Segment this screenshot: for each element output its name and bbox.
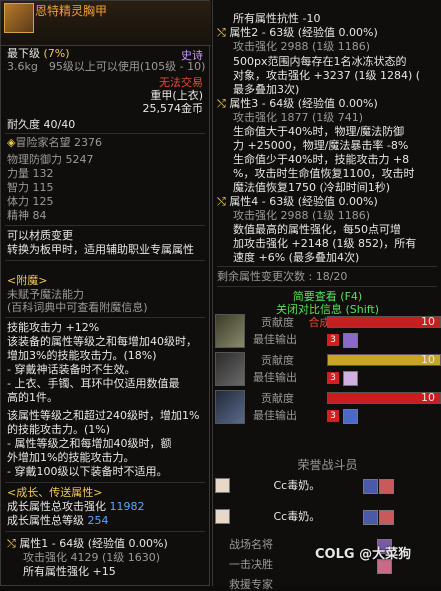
item-name: 恩特精灵胸甲 [35, 4, 108, 18]
growth-level: 成长属性总等级 254 [7, 514, 109, 527]
avatar [343, 409, 358, 424]
item-grade: 最下级 (7%) [7, 47, 70, 60]
effect-line: 高的1件。 [7, 391, 58, 404]
avatar [379, 510, 394, 525]
level-badge: 3 [327, 410, 339, 422]
attr2-desc: 对象，攻击强化 +3237 (1级 1284) ( [233, 69, 421, 82]
effect-line: - 穿戴100级以下装备时不适用。 [7, 465, 168, 478]
enchant-hint: (百科词典中可查看附魔信息) [7, 301, 148, 314]
avatar [379, 479, 394, 494]
swap-icon: ⤭ [7, 537, 16, 550]
enchant-none: 未赋予魔法能力 [7, 288, 84, 301]
contribution-row: 贡献度 10 最佳输出 3 [213, 312, 441, 350]
contribution-row: 贡献度 10 最佳输出 3 [213, 388, 441, 426]
effect-line: 增加3%的技能攻击力。(18%) [7, 349, 157, 362]
team-member-row[interactable]: Cc毒奶。 [215, 509, 320, 524]
footer-label: 救援专家 [229, 578, 273, 591]
contribution-label: 贡献度 [261, 392, 294, 405]
skill-attack-line: 技能攻击力 +12% [7, 321, 100, 334]
compare-panel: 所有属性抗性 -10 ⤭ 属性2 - 63级 (经验值 0.00%) 攻击强化 … [212, 0, 441, 591]
avatar [343, 333, 358, 348]
attr3-desc: 力 +25000，物理/魔法暴击率 -8% [233, 139, 409, 152]
stat-row: 智力 115 [7, 181, 54, 194]
growth-total: 成长属性总攻击强化 11982 [7, 500, 145, 513]
character-portrait-icon [215, 352, 245, 386]
best-output-label: 最佳输出 [253, 333, 297, 346]
remain-change-count: 剩余属性变更次数 : 18/20 [217, 270, 348, 283]
avatar [215, 509, 230, 524]
material-change-desc: 转换为板甲时，适用辅助职业专属属性 [7, 243, 194, 256]
enchant-header: <附魔> [7, 274, 48, 287]
material-change-title: 可以材质变更 [7, 229, 73, 242]
attr2-desc: 最多叠加3次) [233, 83, 300, 96]
attr3-desc: %，攻击时生命值恢复1100，攻击时 [233, 167, 415, 180]
level-badge: 3 [327, 372, 339, 384]
bar-value: 10 [421, 391, 435, 404]
attr2-desc: 500px范围内每存在1名冰冻状态的 [233, 55, 407, 68]
item-title-bar: 恩特精灵胸甲 [1, 1, 211, 46]
resist-line: 所有属性抗性 -10 [233, 12, 321, 25]
attr2-atk: 攻击强化 2988 (1级 1186) [233, 40, 371, 53]
footer-label: 战场名将 [229, 538, 273, 551]
attr2-line: ⤭ 属性2 - 63级 (经验值 0.00%) [217, 26, 378, 39]
stat-row: 物理防御力 5247 [7, 153, 94, 166]
stat-row: 力量 132 [7, 167, 54, 180]
character-portrait-icon [215, 390, 245, 424]
stat-row: 精神 84 [7, 209, 47, 222]
bar-value: 10 [421, 353, 435, 366]
item-weight-level: 3.6kg 95级以上可以使用(105级 - 10) [7, 60, 206, 73]
level-badge: 3 [327, 334, 339, 346]
attr4-line: ⤭ 属性4 - 63级 (经验值 0.00%) [217, 195, 378, 208]
attr3-desc: 生命值大于40%时，物理/魔法防御 [233, 125, 405, 138]
effect-line: 该属性等级之和超过240级时，增加1% [7, 409, 200, 422]
stat-row: 体力 125 [7, 195, 54, 208]
avatar [343, 371, 358, 386]
contribution-label: 贡献度 [261, 354, 294, 367]
watermark: COLG @大菜狗 [315, 547, 412, 562]
character-portrait-icon [215, 314, 245, 348]
attr3-atk: 攻击强化 1877 (1级 741) [233, 111, 364, 124]
avatar [363, 479, 378, 494]
attr3-line: ⤭ 属性3 - 64级 (经验值 0.00%) [217, 97, 378, 110]
effect-line: - 属性等级之和每增加40级时，额 [7, 437, 172, 450]
item-icon [4, 3, 34, 33]
swap-icon: ⤭ [217, 97, 226, 110]
footer-label: 一击决胜 [229, 558, 273, 571]
bar-value: 10 [421, 315, 435, 328]
effect-line: 外增加1%的技能攻击力。 [7, 451, 135, 464]
item-tooltip-panel: 恩特精灵胸甲 最下级 (7%) 史诗 3.6kg 95级以上可以使用(105级 … [0, 0, 211, 586]
attr1-all: 所有属性强化 +15 [23, 565, 116, 578]
effect-line: - 上衣、手镯、耳环中仅适用数值最 [7, 377, 180, 390]
attr3-desc: 生命值少于40%时，技能攻击力 +8 [233, 153, 410, 166]
effect-line: - 穿戴神话装备时不生效。 [7, 363, 136, 376]
best-output-label: 最佳输出 [253, 371, 297, 384]
item-price: 25,574金币 [142, 102, 204, 115]
honor-team-title: 荣誉战斗员 [297, 458, 358, 472]
swap-icon: ⤭ [217, 26, 226, 39]
avatar [215, 478, 230, 493]
attr4-desc: 加攻击强化 +2148 (1级 852)，所有 [233, 237, 417, 250]
effect-line: 该装备的属性等级之和每增加40级时， [7, 335, 197, 348]
attr4-atk: 攻击强化 2988 (1级 1186) [233, 209, 371, 222]
attr1-line: ⤭ 属性1 - 64级 (经验值 0.00%) [7, 537, 168, 550]
team-member-row[interactable]: Cc毒奶。 [215, 478, 320, 493]
contribution-row: 贡献度 10 最佳输出 3 [213, 350, 441, 388]
attr3-desc: 魔法值恢复1750 (冷却时间1秒) [233, 181, 391, 194]
swap-icon: ⤭ [217, 195, 226, 208]
best-output-label: 最佳输出 [253, 409, 297, 422]
attr4-desc: 速度 +6% (最多叠加4次) [233, 251, 360, 264]
item-durability: 耐久度 40/40 [7, 118, 76, 131]
growth-header: <成长、传送属性> [7, 486, 103, 499]
effect-line: 的技能攻击力。(1%) [7, 423, 111, 436]
contribution-label: 贡献度 [261, 316, 294, 329]
fame-row: ◈冒险家名望 2376 [7, 136, 102, 149]
attr1-atk: 攻击强化 4129 (1级 1630) [23, 551, 161, 564]
avatar [363, 510, 378, 525]
attr4-desc: 数值最高的属性强化，每50点可增 [233, 223, 401, 236]
